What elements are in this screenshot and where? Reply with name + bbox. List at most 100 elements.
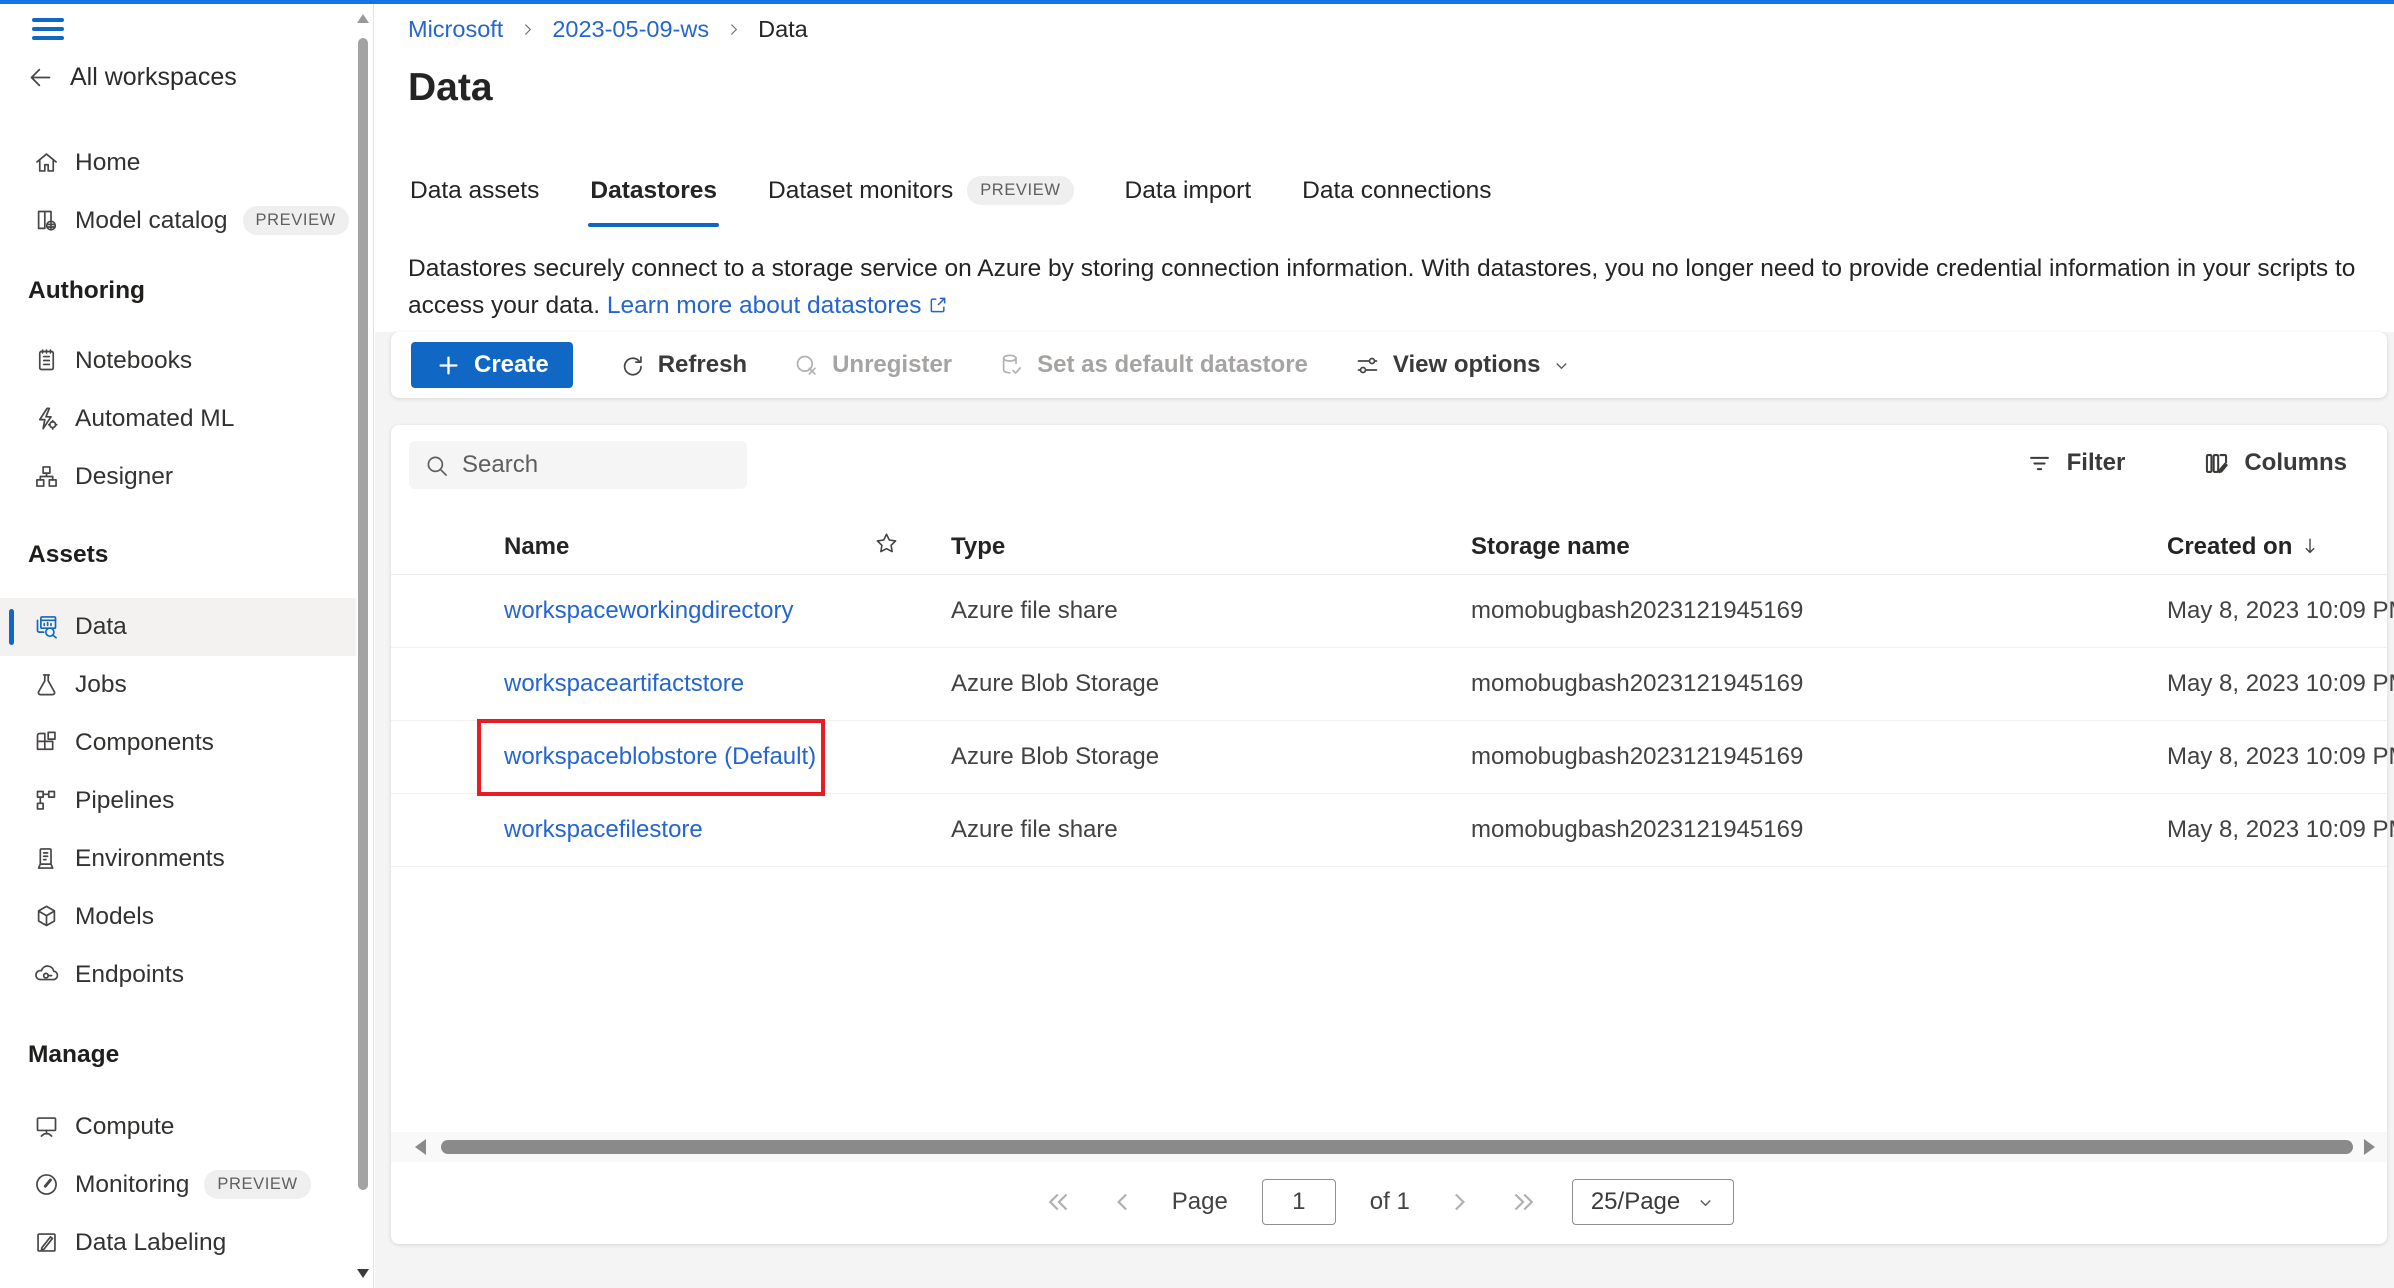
page-count-label: of 1 [1370, 1188, 1410, 1216]
sidebar-scrollbar-thumb[interactable] [358, 38, 368, 1190]
horizontal-scrollbar[interactable] [391, 1132, 2387, 1162]
column-header-created-on[interactable]: Created on [2167, 533, 2321, 561]
sidebar-item-label: Models [75, 903, 154, 931]
azure-ml-studio-window: All workspaces Home Model catalog PREVIE… [0, 0, 2394, 1288]
column-header-name[interactable]: Name [504, 533, 569, 561]
create-button[interactable]: Create [411, 342, 573, 388]
sidebar-item-label: Notebooks [75, 347, 192, 375]
table-row[interactable]: workspaceworkingdirectory Azure file sha… [391, 575, 2387, 648]
datastore-default-icon [998, 352, 1025, 379]
page-label: Page [1172, 1188, 1228, 1216]
scroll-right-arrow-icon[interactable] [2364, 1139, 2375, 1155]
column-header-type[interactable]: Type [951, 533, 1005, 561]
section-header-authoring: Authoring [0, 266, 356, 316]
environments-icon [33, 845, 60, 872]
sidebar-item-label: Jobs [75, 671, 127, 699]
sidebar-item-label: Designer [75, 463, 173, 491]
scroll-left-arrow-icon[interactable] [415, 1139, 426, 1155]
datastore-link[interactable]: workspaceartifactstore [504, 670, 744, 698]
sidebar-item-label: Environments [75, 845, 225, 873]
page-title: Data [408, 66, 493, 110]
search-input[interactable] [462, 451, 733, 479]
table-row[interactable]: workspaceartifactstore Azure Blob Storag… [391, 648, 2387, 721]
chevron-right-icon [519, 21, 536, 38]
components-icon [33, 729, 60, 756]
scroll-down-arrow-icon[interactable] [357, 1269, 369, 1278]
tab-data-assets[interactable]: Data assets [408, 170, 541, 229]
columns-button[interactable]: Columns [2203, 449, 2347, 477]
sidebar-item-home[interactable]: Home [0, 134, 356, 192]
sidebar-item-label: Components [75, 729, 214, 757]
monitoring-icon [33, 1171, 60, 1198]
home-icon [33, 149, 60, 176]
sidebar-scrollbar[interactable] [355, 4, 371, 1288]
all-workspaces-label: All workspaces [70, 63, 237, 92]
sidebar-item-monitoring[interactable]: Monitoring PREVIEW [0, 1156, 356, 1214]
tab-datastores[interactable]: Datastores [588, 170, 719, 229]
sidebar-item-designer[interactable]: Designer [0, 448, 356, 506]
tab-data-connections[interactable]: Data connections [1300, 170, 1493, 229]
hamburger-menu-icon[interactable] [32, 18, 64, 40]
filter-button[interactable]: Filter [2026, 449, 2126, 477]
designer-icon [33, 463, 60, 490]
datastores-panel: Filter Columns Name Type Storage name Cr… [391, 425, 2387, 1244]
sidebar-item-compute[interactable]: Compute [0, 1098, 356, 1156]
favorite-star-icon[interactable] [873, 530, 900, 564]
datastores-description: Datastores securely connect to a storage… [408, 250, 2358, 324]
toolbar: Create Refresh Unregister Set as default… [391, 332, 2387, 398]
datastore-link[interactable]: workspaceworkingdirectory [504, 597, 793, 625]
scroll-up-arrow-icon[interactable] [357, 14, 369, 23]
last-page-icon[interactable] [1508, 1187, 1538, 1217]
sidebar-item-model-catalog[interactable]: Model catalog PREVIEW [0, 192, 356, 250]
unregister-button[interactable]: Unregister [793, 351, 952, 379]
sidebar-item-data-labeling[interactable]: Data Labeling [0, 1214, 356, 1272]
back-arrow-icon [27, 64, 54, 91]
sidebar-item-label: Data [75, 613, 127, 641]
view-options-button[interactable]: View options [1354, 351, 1572, 379]
compute-icon [33, 1113, 60, 1140]
refresh-icon [619, 352, 646, 379]
selected-indicator-bar [9, 609, 14, 645]
horizontal-scrollbar-thumb[interactable] [441, 1140, 2353, 1154]
datastore-link[interactable]: workspacefilestore [504, 816, 703, 844]
tab-data-import[interactable]: Data import [1123, 170, 1254, 229]
breadcrumb-workspace[interactable]: 2023-05-09-ws [552, 16, 709, 43]
search-icon [423, 452, 450, 479]
datastore-link[interactable]: workspaceblobstore (Default) [504, 743, 816, 771]
refresh-button[interactable]: Refresh [619, 351, 747, 379]
learn-more-link[interactable]: Learn more about datastores [607, 292, 948, 319]
sidebar-item-label: Model catalog [75, 207, 228, 235]
sidebar-item-label: Home [75, 149, 140, 177]
models-icon [33, 903, 60, 930]
breadcrumb-microsoft[interactable]: Microsoft [408, 16, 503, 43]
sidebar-item-jobs[interactable]: Jobs [0, 656, 356, 714]
chevron-down-icon [1696, 1193, 1715, 1212]
sidebar-item-automated-ml[interactable]: Automated ML [0, 390, 356, 448]
page-size-dropdown[interactable]: 25/Page [1572, 1179, 1734, 1225]
preview-badge: PREVIEW [204, 1170, 310, 1199]
page-number-input[interactable] [1262, 1179, 1336, 1225]
table-row[interactable]: workspacefilestore Azure file share momo… [391, 794, 2387, 867]
table-row-highlighted[interactable]: workspaceblobstore (Default) Azure Blob … [391, 721, 2387, 794]
all-workspaces-back[interactable]: All workspaces [27, 54, 356, 102]
sidebar-item-components[interactable]: Components [0, 714, 356, 772]
previous-page-icon[interactable] [1108, 1187, 1138, 1217]
pagination: Page of 1 25/Page [391, 1172, 2387, 1232]
sidebar-item-label: Monitoring [75, 1171, 189, 1199]
tab-dataset-monitors[interactable]: Dataset monitors PREVIEW [766, 170, 1075, 229]
section-header-manage: Manage [0, 1030, 356, 1080]
sidebar-item-notebooks[interactable]: Notebooks [0, 332, 356, 390]
next-page-icon[interactable] [1444, 1187, 1474, 1217]
column-header-storage-name[interactable]: Storage name [1471, 533, 1630, 561]
sidebar-item-label: Endpoints [75, 961, 184, 989]
external-link-icon [928, 295, 948, 315]
set-default-datastore-button[interactable]: Set as default datastore [998, 351, 1308, 379]
search-box[interactable] [409, 441, 747, 489]
sidebar-item-pipelines[interactable]: Pipelines [0, 772, 356, 830]
sidebar-item-environments[interactable]: Environments [0, 830, 356, 888]
preview-badge: PREVIEW [967, 176, 1073, 205]
sidebar-item-data[interactable]: Data [0, 598, 356, 656]
sidebar-item-models[interactable]: Models [0, 888, 356, 946]
sidebar-item-endpoints[interactable]: Endpoints [0, 946, 356, 1004]
first-page-icon[interactable] [1044, 1187, 1074, 1217]
